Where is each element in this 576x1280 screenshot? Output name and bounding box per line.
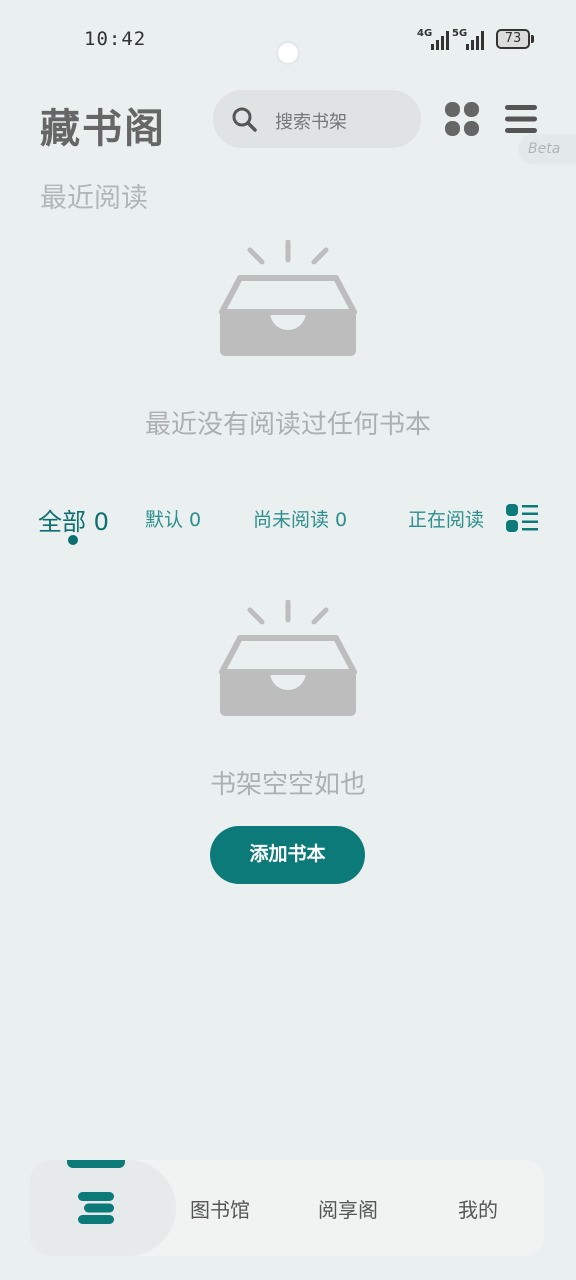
menu-icon[interactable] — [505, 104, 537, 134]
signal-4g-icon: 4G — [417, 28, 457, 50]
add-book-button[interactable]: 添加书本 — [210, 826, 365, 884]
status-bar: 10:42 4G 5G 73 — [0, 0, 576, 70]
search-placeholder: 搜索书架 — [275, 112, 347, 133]
app-title: 藏书阁 — [40, 105, 166, 152]
empty-shelf-icon — [219, 600, 357, 716]
bottom-nav: 图书馆 阅享阁 我的 — [30, 1160, 544, 1256]
grid-view-icon[interactable] — [444, 101, 480, 137]
tab-reading[interactable]: 正在阅读 — [408, 505, 484, 532]
search-input[interactable]: 搜索书架 — [213, 90, 421, 148]
signal-label: 5G — [452, 28, 468, 39]
camera-dot — [278, 43, 298, 63]
search-icon — [232, 107, 257, 132]
tab-default[interactable]: 默认 0 — [145, 505, 201, 532]
empty-inbox-icon — [219, 240, 357, 356]
nav-active-indicator — [67, 1160, 125, 1168]
recent-empty-text: 最近没有阅读过任何书本 — [144, 410, 431, 440]
bookshelf-icon — [78, 1192, 114, 1224]
tab-indicator — [68, 535, 78, 545]
nav-library[interactable]: 图书馆 — [190, 1194, 250, 1223]
shelf-empty-text: 书架空空如也 — [209, 770, 366, 800]
beta-badge: Beta — [518, 134, 576, 164]
nav-bookshelf[interactable] — [30, 1160, 176, 1256]
battery-level: 73 — [496, 29, 530, 49]
signal-5g-icon: 5G — [452, 28, 492, 50]
status-time: 10:42 — [84, 28, 147, 50]
battery-icon: 73 — [496, 29, 534, 49]
list-view-icon[interactable] — [506, 504, 538, 532]
tab-all[interactable]: 全部 0 — [38, 502, 109, 537]
tab-unread[interactable]: 尚未阅读 0 — [253, 505, 347, 532]
nav-profile[interactable]: 我的 — [458, 1194, 498, 1223]
recent-reading-title: 最近阅读 — [40, 183, 148, 214]
nav-reading-hall[interactable]: 阅享阁 — [318, 1194, 378, 1223]
signal-label: 4G — [417, 28, 433, 39]
